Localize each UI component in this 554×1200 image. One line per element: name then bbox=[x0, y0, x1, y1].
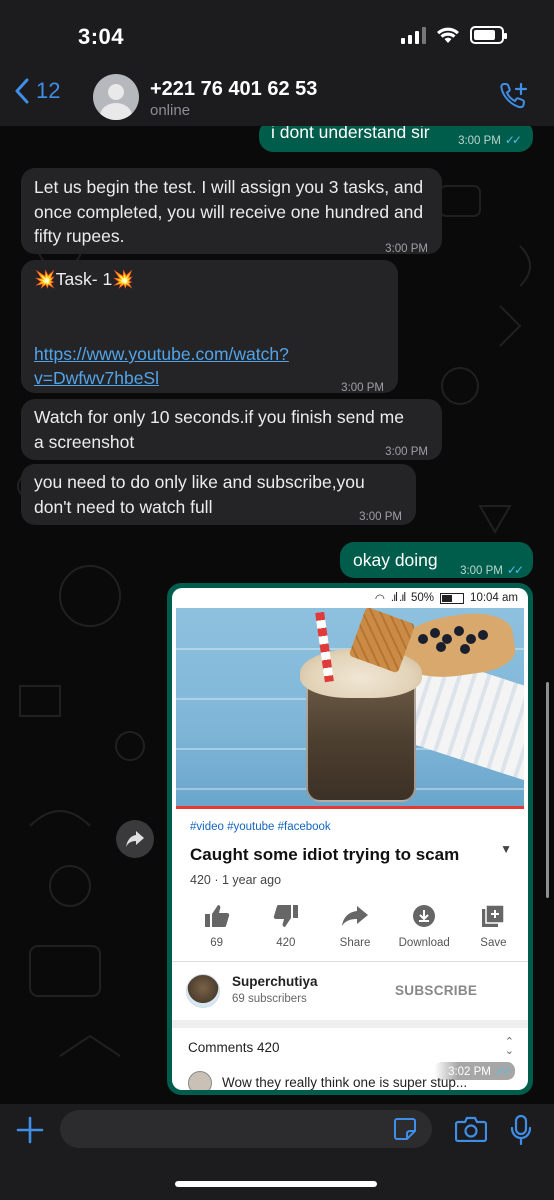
message-text: Let us begin the test. I will assign you… bbox=[34, 177, 424, 246]
read-ticks-icon: ✓✓ bbox=[506, 563, 524, 577]
download-icon bbox=[413, 905, 436, 927]
message-link[interactable]: https://www.youtube.com/watch? v=Dwfwv7h… bbox=[34, 342, 289, 390]
channel-row: Superchutiya 69 subscribers SUBSCRIBE bbox=[172, 962, 528, 1020]
contact-name[interactable]: +221 76 401 62 53 bbox=[150, 78, 317, 101]
share-label: Share bbox=[339, 937, 371, 949]
divider bbox=[172, 1020, 528, 1028]
message-meta: 3:02 PM ✓✓ bbox=[434, 1062, 515, 1080]
message-text: Watch for only 10 seconds.if you finish … bbox=[34, 407, 404, 452]
chat-header: 12 +221 76 401 62 53 online bbox=[0, 72, 554, 126]
commenter-avatar bbox=[188, 1071, 212, 1090]
channel-name: Superchutiya bbox=[232, 974, 318, 989]
microphone-icon bbox=[510, 1114, 532, 1146]
thumbs-down-icon bbox=[273, 905, 298, 927]
chevron-left-icon bbox=[15, 78, 29, 104]
message-time: 3:00 PM bbox=[385, 243, 428, 255]
thumbs-up-icon bbox=[204, 905, 229, 927]
shared-screenshot[interactable]: ◠ .ıl .ıl 50% 10:04 am #video #youtube #… bbox=[172, 588, 528, 1090]
save-action: Save bbox=[459, 903, 528, 949]
share-action: Share bbox=[320, 903, 389, 949]
message-time: 3:00 PM bbox=[359, 511, 402, 523]
battery-icon bbox=[440, 592, 465, 604]
screenshot-battery: 50% bbox=[411, 592, 435, 604]
subscribe-label: SUBSCRIBE bbox=[395, 983, 478, 998]
message-incoming[interactable]: you need to do only like and subscribe,y… bbox=[21, 464, 416, 525]
task-title: 💥Task- 1💥 bbox=[34, 269, 134, 289]
share-arrow-icon bbox=[126, 831, 144, 847]
message-time: 3:00 PM bbox=[341, 382, 384, 394]
link-line-2[interactable]: v=Dwfwv7hbeSl bbox=[34, 368, 159, 388]
message-outgoing[interactable]: okay doing 3:00 PM ✓✓ bbox=[340, 542, 533, 578]
message-text: okay doing bbox=[353, 550, 438, 570]
video-meta: 420 · 1 year ago bbox=[190, 873, 282, 887]
sticker-button[interactable] bbox=[393, 1117, 417, 1146]
unread-count: 12 bbox=[36, 78, 61, 103]
phone-plus-icon bbox=[500, 82, 528, 109]
screenshot-time: 10:04 am bbox=[470, 592, 518, 604]
message-time: 3:00 PM bbox=[458, 135, 501, 147]
read-ticks-icon: ✓✓ bbox=[494, 1064, 512, 1078]
link-line-1[interactable]: https://www.youtube.com/watch? bbox=[34, 344, 289, 364]
message-time: 3:00 PM bbox=[460, 565, 503, 577]
video-tags: #video #youtube #facebook bbox=[190, 821, 331, 833]
status-bar: 3:04 bbox=[0, 0, 554, 72]
message-text: you need to do only like and subscribe,y… bbox=[34, 472, 365, 517]
message-outgoing[interactable]: i dont understand sir 3:00 PM ✓✓ bbox=[259, 126, 533, 152]
cellular-signal-icon bbox=[401, 26, 426, 44]
wifi-icon: ◠ bbox=[374, 593, 385, 605]
like-action: 69 bbox=[182, 903, 251, 949]
attach-button[interactable] bbox=[16, 1116, 44, 1149]
dislike-count: 420 bbox=[276, 937, 296, 949]
back-button[interactable]: 12 bbox=[14, 78, 60, 104]
chevron-down-icon: ▼ bbox=[500, 842, 512, 856]
message-incoming[interactable]: 💥Task- 1💥 https://www.youtube.com/watch?… bbox=[21, 260, 398, 394]
save-icon bbox=[482, 904, 506, 927]
plus-icon bbox=[16, 1116, 44, 1144]
contact-status: online bbox=[150, 102, 191, 119]
contact-avatar[interactable] bbox=[93, 74, 139, 120]
comments-label: Comments 420 bbox=[188, 1040, 280, 1055]
camera-button[interactable] bbox=[454, 1116, 488, 1147]
image-message[interactable]: ◠ .ıl .ıl 50% 10:04 am #video #youtube #… bbox=[167, 583, 533, 1095]
video-progress-bar bbox=[176, 806, 524, 809]
like-count: 69 bbox=[210, 937, 223, 949]
dislike-action: 420 bbox=[251, 903, 320, 949]
message-input[interactable] bbox=[60, 1110, 432, 1148]
expand-icon: ⌃ ⌄ bbox=[504, 1036, 514, 1057]
video-thumbnail bbox=[176, 608, 524, 806]
chat-area[interactable]: i dont understand sir 3:00 PM ✓✓ Let us b… bbox=[0, 126, 554, 1104]
download-label: Download bbox=[398, 937, 450, 949]
home-indicator[interactable] bbox=[175, 1181, 377, 1187]
camera-icon bbox=[454, 1116, 488, 1143]
read-ticks-icon: ✓✓ bbox=[504, 133, 522, 147]
message-meta: 3:00 PM ✓✓ bbox=[460, 558, 524, 584]
message-incoming[interactable]: Let us begin the test. I will assign you… bbox=[21, 168, 442, 255]
status-time: 3:04 bbox=[78, 24, 125, 49]
message-time: 3:02 PM bbox=[448, 1066, 491, 1078]
forward-button[interactable] bbox=[116, 820, 154, 858]
signal-icon: .ıl .ıl bbox=[390, 592, 406, 604]
status-icons bbox=[401, 26, 507, 44]
save-label: Save bbox=[480, 937, 507, 949]
screenshot-status-bar: ◠ .ıl .ıl 50% 10:04 am bbox=[172, 588, 528, 608]
share-icon bbox=[342, 906, 368, 926]
microphone-button[interactable] bbox=[509, 1114, 533, 1151]
message-text: i dont understand sir bbox=[271, 126, 430, 142]
message-meta: 3:00 PM ✓✓ bbox=[458, 128, 522, 154]
message-incoming[interactable]: Watch for only 10 seconds.if you finish … bbox=[21, 399, 442, 460]
scroll-indicator[interactable] bbox=[546, 682, 549, 898]
wifi-icon bbox=[437, 27, 459, 43]
message-time: 3:00 PM bbox=[385, 446, 428, 458]
battery-icon bbox=[470, 26, 507, 44]
comment-text: Wow they really think one is super stup.… bbox=[222, 1075, 468, 1090]
video-title: Caught some idiot trying to scam bbox=[190, 845, 460, 864]
channel-avatar bbox=[186, 974, 220, 1008]
call-button[interactable] bbox=[498, 80, 530, 117]
video-actions: 69 420 Share Download Save bbox=[182, 903, 528, 949]
download-action: Download bbox=[390, 903, 459, 949]
channel-subscribers: 69 subscribers bbox=[232, 993, 307, 1005]
sticker-icon bbox=[394, 1118, 416, 1140]
